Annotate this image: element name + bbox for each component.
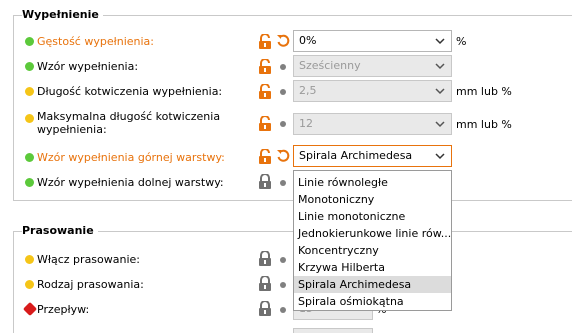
flow-label: Przepływ:: [37, 303, 90, 316]
infill-pattern-select[interactable]: Sześcienny: [293, 55, 452, 77]
infill-density-label: Gęstość wypełnienia:: [37, 35, 154, 48]
chevron-down-icon: [435, 88, 445, 95]
unlocked-lock-icon[interactable]: [258, 84, 272, 100]
locked-lock-icon[interactable]: [258, 251, 272, 267]
chevron-down-icon: [435, 153, 445, 160]
status-yellow-icon: [25, 280, 34, 289]
bottom-fill-pattern-label: Wzór wypełnienia dolnej warstwy:: [37, 176, 224, 189]
default-dot-icon: [280, 282, 286, 288]
max-anchor-length-input[interactable]: 12: [293, 113, 452, 135]
dropdown-option-selected[interactable]: Spirala Archimedesa: [294, 276, 451, 293]
chevron-down-icon: [435, 63, 445, 70]
default-dot-icon: [280, 257, 286, 263]
status-yellow-icon: [25, 87, 34, 96]
chevron-down-icon: [435, 38, 445, 45]
status-green-icon: [25, 153, 34, 162]
default-dot-icon: [280, 180, 286, 186]
unlocked-lock-icon[interactable]: [258, 116, 272, 132]
unlocked-lock-icon[interactable]: [258, 34, 272, 50]
ironing-type-label: Rodzaj prasowania:: [37, 278, 144, 291]
default-dot-icon: [280, 64, 286, 70]
dropdown-option[interactable]: Linie równoległe: [294, 174, 451, 191]
infill-density-input[interactable]: 0%: [293, 30, 452, 52]
unlocked-lock-icon[interactable]: [258, 149, 272, 165]
enable-ironing-label: Włącz prasowanie:: [37, 253, 141, 266]
infill-density-unit: %: [456, 35, 467, 48]
default-dot-icon: [280, 307, 286, 313]
max-anchor-length-unit: mm lub %: [456, 118, 512, 131]
top-fill-pattern-label: Wzór wypełnienia górnej warstwy:: [37, 151, 225, 164]
top-fill-pattern-dropdown-list: Linie równoległe Monotoniczny Linie mono…: [293, 170, 452, 311]
default-dot-icon: [280, 89, 286, 95]
locked-lock-icon[interactable]: [258, 174, 272, 190]
status-green-icon: [25, 178, 34, 187]
status-yellow-icon: [25, 114, 34, 123]
default-dot-icon: [280, 121, 286, 127]
ironing-group-title: Prasowanie: [22, 224, 98, 237]
chevron-down-icon: [435, 121, 445, 128]
anchor-length-label: Długość kotwiczenia wypełnienia:: [37, 85, 223, 98]
infill-group-title: Wypełnienie: [22, 8, 103, 21]
infill-pattern-value: Sześcienny: [299, 59, 361, 72]
top-fill-pattern-value: Spirala Archimedesa: [299, 149, 413, 162]
reset-arrow-icon[interactable]: [276, 34, 290, 48]
infill-pattern-label: Wzór wypełnienia:: [37, 60, 139, 73]
top-fill-pattern-select[interactable]: Spirala Archimedesa: [293, 145, 452, 167]
status-green-icon: [25, 37, 34, 46]
locked-lock-icon[interactable]: [258, 301, 272, 317]
reset-arrow-icon[interactable]: [276, 149, 290, 163]
locked-lock-icon[interactable]: [258, 276, 272, 292]
anchor-length-value: 2,5: [299, 84, 317, 97]
anchor-length-unit: mm lub %: [456, 85, 512, 98]
dropdown-option[interactable]: Koncentryczny: [294, 242, 451, 259]
status-green-icon: [25, 62, 34, 71]
max-anchor-length-label: Maksymalna długość kotwiczenia wypełnien…: [37, 110, 221, 136]
dropdown-option[interactable]: Krzywa Hilberta: [294, 259, 451, 276]
max-anchor-length-value: 12: [299, 117, 313, 130]
dropdown-option[interactable]: Spirala ośmiokątna: [294, 293, 451, 310]
partial-next-field[interactable]: [293, 328, 373, 333]
dropdown-option[interactable]: Jednokierunkowe linie rów...: [294, 225, 451, 242]
infill-density-value: 0%: [299, 34, 317, 47]
anchor-length-input[interactable]: 2,5: [293, 80, 452, 102]
dropdown-option[interactable]: Linie monotoniczne: [294, 208, 451, 225]
unlocked-lock-icon[interactable]: [258, 59, 272, 75]
status-yellow-icon: [25, 255, 34, 264]
dropdown-option[interactable]: Monotoniczny: [294, 191, 451, 208]
